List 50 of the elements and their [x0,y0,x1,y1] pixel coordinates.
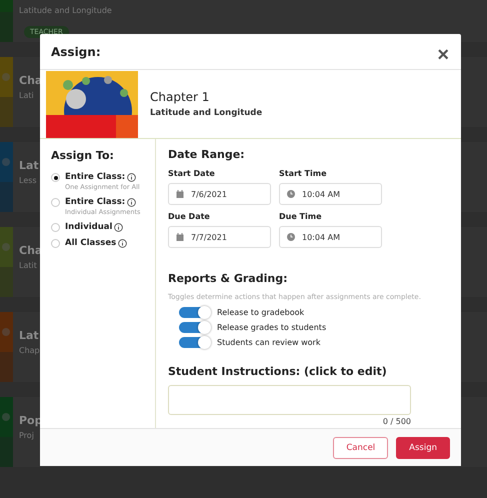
cancel-button[interactable]: Cancel [333,436,388,458]
toggle-label: Students can review work [217,338,320,347]
section-heading: Reports & Grading: [168,272,288,285]
resource-subtitle: Latitude and Longitude [150,108,262,118]
calendar-icon [176,233,184,241]
instructions-field[interactable] [168,385,411,415]
assign-button[interactable]: Assign [396,436,450,458]
info-icon[interactable] [114,222,124,232]
option-label: Entire Class: [65,172,126,182]
field-label: Due Date [168,212,211,221]
info-icon[interactable] [127,172,136,182]
resource-title: Chapter 1 [150,90,210,104]
character-counter: 0 / 500 [382,417,411,426]
option-label: Individual [65,222,112,232]
field-label: Due Time [279,212,323,221]
date-field[interactable]: 7/7/2021 [168,226,271,248]
radio-button[interactable] [51,239,60,248]
toggle-label: Release grades to students [217,323,326,332]
option-label: Entire Class: [65,197,126,207]
toggle-label: Release to gradebook [217,308,304,317]
section-heading: Student Instructions: (click to edit) [168,365,388,378]
option-label: All Classes [65,238,116,248]
clock-icon [287,190,295,198]
card-subtitle: Proj [19,431,35,440]
date-field[interactable]: 7/6/2021 [168,183,271,205]
toggle-switch[interactable] [179,322,210,333]
radio-button[interactable] [51,223,60,232]
field-label: Start Time [279,169,328,178]
info-icon[interactable] [127,198,136,206]
field-label: Start Date [168,169,216,178]
info-icon[interactable] [118,238,128,248]
card-subtitle: Lati [19,91,35,100]
card-subtitle: Less [19,176,38,185]
calendar-icon [176,190,184,198]
clock-icon [287,233,295,241]
radio-button[interactable] [51,173,60,182]
close-button[interactable]: × [437,44,449,64]
time-field[interactable]: 10:04 AM [279,183,382,205]
section-heading: Assign To: [51,149,115,162]
toggle-switch[interactable] [179,337,210,348]
card-subtitle: Chap [19,346,40,355]
card-subtitle: Latitude and Longitude [19,6,112,15]
time-field[interactable]: 10:04 AM [279,226,382,248]
dialog-title: Assign: [51,44,101,58]
card-title: Lat [19,159,39,173]
card-subtitle: Latit [19,261,38,270]
toggle-switch[interactable] [179,307,210,318]
radio-button[interactable] [51,198,60,207]
card-title: Lat [19,329,40,343]
section-heading: Date Range: [168,148,246,161]
